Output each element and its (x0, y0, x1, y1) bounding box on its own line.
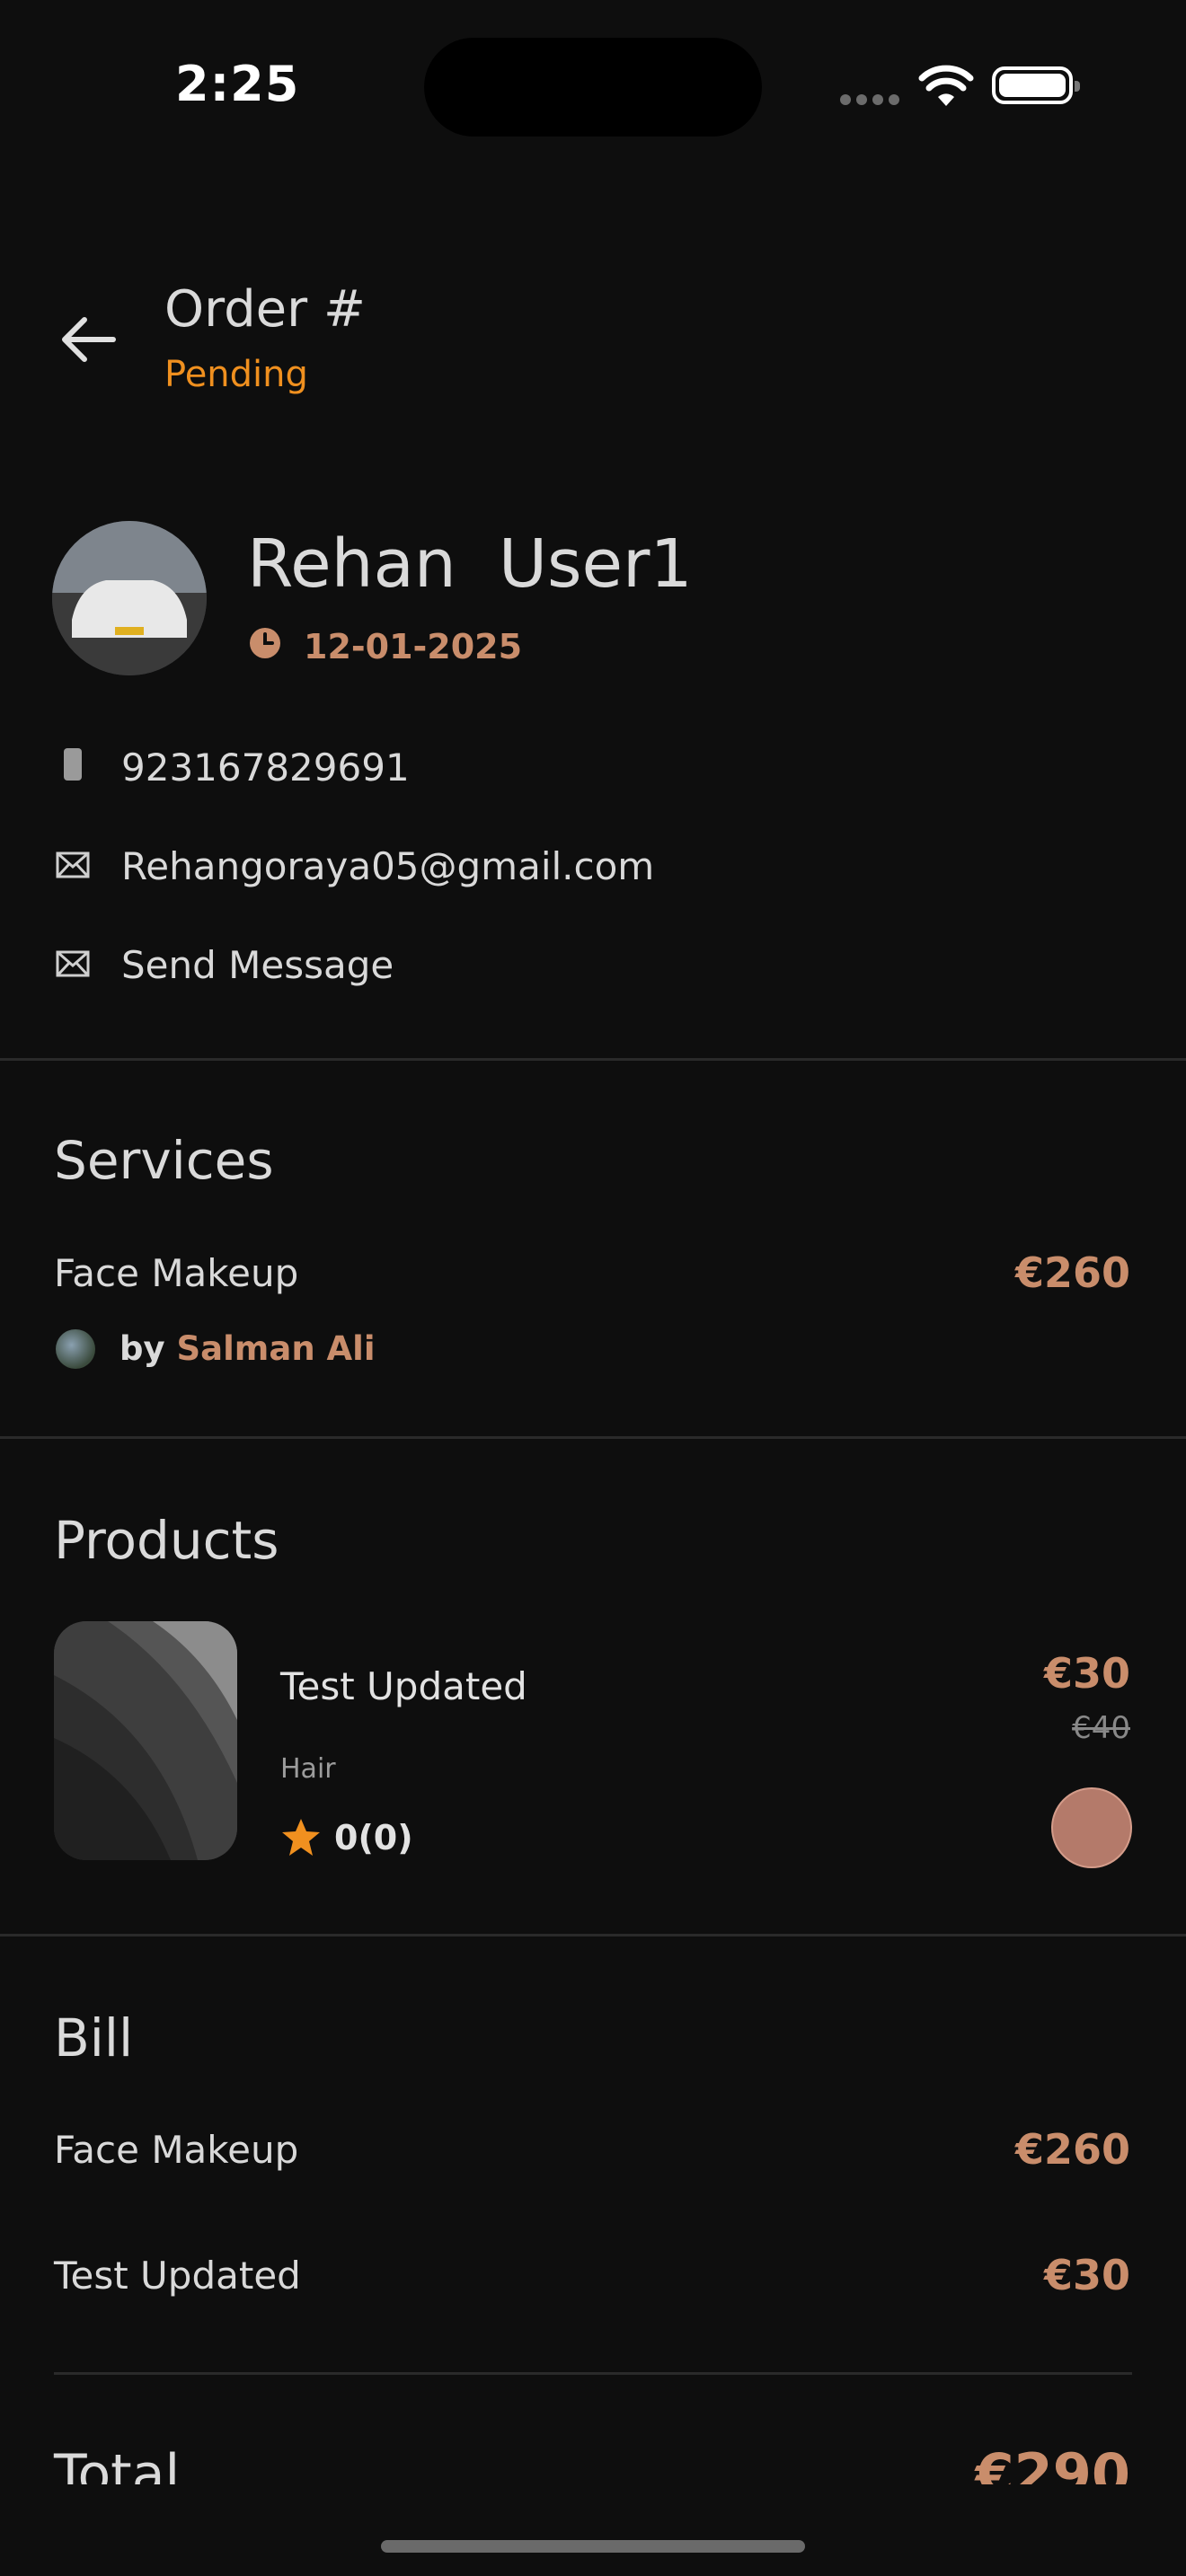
total-label: Total (54, 2443, 181, 2484)
bill-line-label: Face Makeup (54, 2128, 299, 2172)
service-price: €260 (1014, 1248, 1130, 1297)
product-old-price: €40 (1072, 1710, 1130, 1746)
clock-icon (250, 628, 280, 658)
bill-line-label: Test Updated (54, 2254, 301, 2298)
product-rating: 0(0) (334, 1818, 413, 1857)
product-name[interactable]: Test Updated (280, 1664, 527, 1708)
services-heading: Services (54, 1130, 274, 1191)
battery-icon (992, 66, 1080, 104)
customer-name: Rehan User1 (247, 525, 693, 603)
home-indicator[interactable] (381, 2540, 805, 2553)
status-time: 2:25 (175, 56, 300, 112)
products-heading: Products (54, 1510, 279, 1571)
customer-email[interactable]: Rehangoraya05@gmail.com (121, 844, 654, 888)
divider (54, 2372, 1132, 2375)
dynamic-island (424, 38, 762, 137)
mail-icon (56, 851, 90, 878)
customer-phone[interactable]: 923167829691 (121, 745, 410, 790)
by-prefix: by (119, 1329, 165, 1368)
product-price: €30 (1043, 1649, 1130, 1698)
wifi-icon (918, 65, 974, 106)
message-icon (56, 950, 90, 977)
order-date: 12-01-2025 (304, 627, 523, 666)
bill-line-amount: €260 (1014, 2125, 1130, 2174)
service-provider: by Salman Ali (119, 1329, 376, 1368)
product-image[interactable] (54, 1621, 237, 1860)
service-name: Face Makeup (54, 1251, 299, 1295)
bill-heading: Bill (54, 2007, 134, 2069)
star-icon (282, 1819, 320, 1856)
phone-icon (64, 748, 82, 781)
back-arrow-icon[interactable] (59, 313, 117, 366)
send-message-link[interactable]: Send Message (121, 943, 394, 987)
divider (0, 1436, 1186, 1439)
provider-avatar (56, 1329, 95, 1369)
product-action-button[interactable] (1051, 1787, 1132, 1868)
provider-name[interactable]: Salman Ali (177, 1329, 376, 1368)
customer-avatar (52, 521, 207, 675)
order-status-badge: Pending (164, 354, 308, 395)
bill-line-amount: €30 (1043, 2251, 1130, 2299)
product-category: Hair (280, 1753, 336, 1785)
total-amount: €290 (975, 2441, 1130, 2484)
page-title: Order # (164, 280, 366, 339)
cellular-signal-icon (840, 92, 905, 109)
total-row: Total €290 (0, 2425, 1186, 2484)
divider (0, 1934, 1186, 1936)
divider (0, 1058, 1186, 1061)
